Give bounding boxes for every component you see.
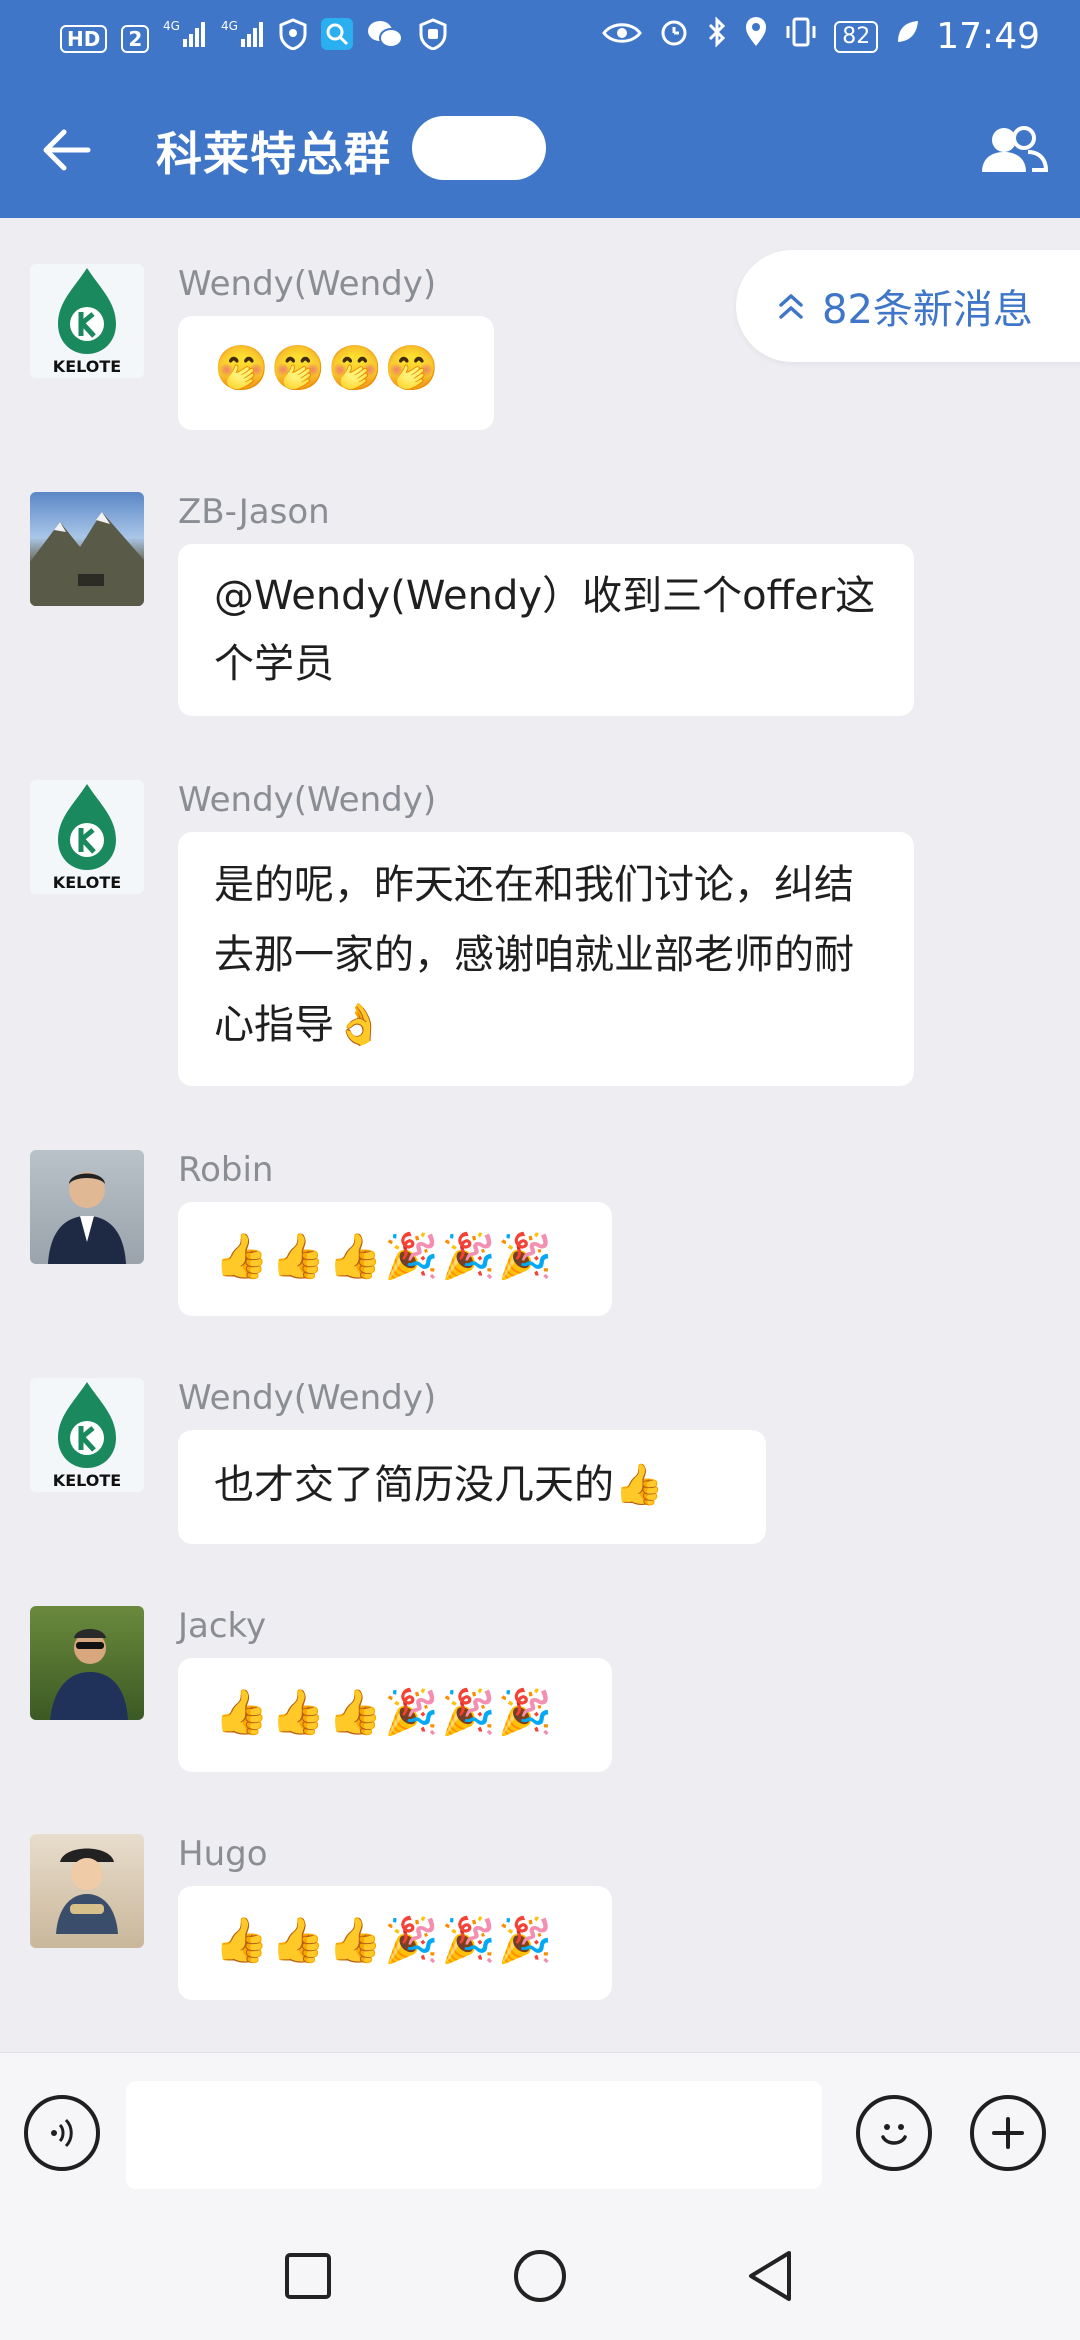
sim-badge: 2 xyxy=(121,24,150,53)
message-text: @Wendy(Wendy）收到三个offer这个学员 xyxy=(214,573,876,687)
sender-name: Hugo xyxy=(178,1834,268,1874)
double-chevron-up-icon xyxy=(776,291,806,321)
kelote-logo-icon: KELOTE xyxy=(53,1382,121,1490)
hand-shield-icon xyxy=(417,18,449,59)
message-text: 👍👍👍🎉🎉🎉 xyxy=(214,1915,555,1966)
recents-square-icon xyxy=(285,2253,331,2299)
wechat-icon xyxy=(367,19,404,58)
home-button[interactable] xyxy=(510,2246,570,2306)
leaf-icon xyxy=(894,18,920,55)
avatar[interactable] xyxy=(30,1606,144,1720)
location-icon xyxy=(744,16,768,57)
avatar[interactable]: KELOTE xyxy=(30,1378,144,1492)
system-back-button[interactable] xyxy=(740,2246,800,2306)
back-triangle-icon xyxy=(749,2251,791,2301)
message-text: 也才交了简历没几天的👍 xyxy=(214,1462,664,1508)
svg-text:KELOTE: KELOTE xyxy=(53,357,121,376)
system-navigation-bar xyxy=(0,2212,1080,2340)
vibrate-icon xyxy=(784,16,818,57)
message-bubble[interactable]: 👍👍👍🎉🎉🎉 xyxy=(178,1886,612,2000)
sender-name: Wendy(Wendy) xyxy=(178,264,437,304)
group-members-icon xyxy=(982,126,1049,172)
message-input[interactable] xyxy=(126,2081,822,2189)
sender-name: Wendy(Wendy) xyxy=(178,780,437,820)
group-members-button[interactable] xyxy=(976,112,1052,188)
voice-input-icon xyxy=(51,2118,73,2148)
redaction-mask xyxy=(412,116,546,180)
home-circle-icon xyxy=(514,2250,566,2302)
clock: 17:49 xyxy=(936,16,1040,57)
shield-icon xyxy=(279,18,307,59)
message-text: 是的呢，昨天还在和我们讨论，纠结去那一家的，感谢咱就业部老师的耐心指导👌 xyxy=(214,862,854,1048)
more-actions-button[interactable] xyxy=(970,2095,1046,2171)
avatar[interactable] xyxy=(30,1834,144,1948)
status-bar: HD 2 4G 4G 82 17:49 xyxy=(0,0,1080,74)
child-photo-icon xyxy=(56,1848,118,1934)
hd-badge: HD xyxy=(60,24,108,53)
avatar[interactable] xyxy=(30,492,144,606)
message-bubble[interactable]: 🤭🤭🤭🤭 xyxy=(178,316,494,430)
sender-name: Robin xyxy=(178,1150,274,1190)
message-bubble[interactable]: 是的呢，昨天还在和我们讨论，纠结去那一家的，感谢咱就业部老师的耐心指导👌 xyxy=(178,832,914,1086)
message-input-bar xyxy=(0,2052,1080,2213)
emoji-icon xyxy=(881,2124,907,2145)
back-button[interactable] xyxy=(28,112,104,188)
avatar[interactable]: KELOTE xyxy=(30,780,144,894)
message-text: 🤭🤭🤭🤭 xyxy=(214,343,442,394)
svg-text:4G: 4G xyxy=(221,19,238,33)
alarm-icon xyxy=(658,16,690,57)
new-messages-button[interactable]: 82条新消息 xyxy=(736,250,1080,362)
plus-icon xyxy=(992,2117,1024,2149)
status-bar-left: HD 2 4G 4G xyxy=(60,18,449,59)
eye-icon xyxy=(602,19,643,55)
sender-name: Jacky xyxy=(178,1606,267,1646)
voice-input-button[interactable] xyxy=(24,2095,100,2171)
search-app-icon xyxy=(321,18,354,59)
mountain-photo-icon xyxy=(30,512,144,606)
status-bar-right: 82 17:49 xyxy=(602,16,1040,57)
recents-button[interactable] xyxy=(278,2246,338,2306)
svg-text:4G: 4G xyxy=(163,19,180,33)
top-app-bar: HD 2 4G 4G 82 17:49 科莱特总群 xyxy=(0,0,1080,218)
portrait-photo-icon xyxy=(48,1172,126,1264)
signal-icon: 4G xyxy=(163,19,207,58)
avatar[interactable] xyxy=(30,1150,144,1264)
bluetooth-icon xyxy=(706,16,728,57)
arrow-left-icon xyxy=(43,129,91,171)
message-bubble[interactable]: 也才交了简历没几天的👍 xyxy=(178,1430,766,1544)
avatar[interactable]: KELOTE xyxy=(30,264,144,378)
emoji-button[interactable] xyxy=(856,2095,932,2171)
message-bubble[interactable]: 👍👍👍🎉🎉🎉 xyxy=(178,1202,612,1316)
svg-text:KELOTE: KELOTE xyxy=(53,1471,121,1490)
kelote-logo-icon: KELOTE xyxy=(53,268,121,376)
sender-name: ZB-Jason xyxy=(178,492,330,532)
chat-title: 科莱特总群 xyxy=(156,127,391,181)
svg-text:KELOTE: KELOTE xyxy=(53,873,121,892)
kelote-logo-icon: KELOTE xyxy=(53,784,121,892)
outdoor-photo-icon xyxy=(50,1629,128,1720)
new-messages-label: 82条新消息 xyxy=(822,287,1033,333)
sender-name: Wendy(Wendy) xyxy=(178,1378,437,1418)
message-text: 👍👍👍🎉🎉🎉 xyxy=(214,1231,555,1282)
message-text: 👍👍👍🎉🎉🎉 xyxy=(214,1687,555,1738)
message-bubble[interactable]: @Wendy(Wendy）收到三个offer这个学员 xyxy=(178,544,914,716)
message-bubble[interactable]: 👍👍👍🎉🎉🎉 xyxy=(178,1658,612,1772)
signal-icon-2: 4G xyxy=(221,19,265,58)
battery-level: 82 xyxy=(834,20,879,53)
